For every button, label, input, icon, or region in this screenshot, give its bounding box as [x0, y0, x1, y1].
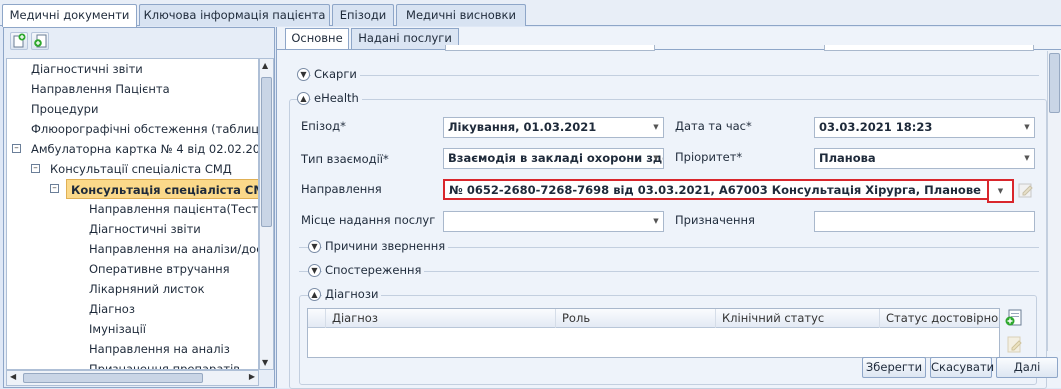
tab-medical-documents[interactable]: Медичні документи	[2, 4, 137, 27]
tree-item-surgery[interactable]: Оперативне втручання	[89, 259, 230, 279]
col-clinical-status[interactable]: Клінічний статус	[716, 309, 880, 328]
tree-item-prescriptions[interactable]: Призначення препаратів	[89, 359, 240, 369]
interaction-type-label: Тип взаємодії*	[301, 152, 389, 166]
tree-item-diagnostic-reports-sub[interactable]: Діагностичні звіти	[89, 219, 201, 239]
group-complaints-label: Скарги	[311, 67, 360, 81]
service-place-label: Місце надання послуг	[301, 213, 436, 227]
diagnoses-grid-header: Діагноз Роль Клінічний статус Статус дос…	[308, 309, 999, 328]
edit-referral-button[interactable]	[1017, 181, 1035, 199]
expand-reasons-icon[interactable]: ▼	[308, 240, 321, 253]
tree-item-outpatient-card[interactable]: Амбулаторна картка № 4 від 02.02.2021	[31, 139, 258, 159]
tree-item-immunizations[interactable]: Імунізації	[89, 319, 146, 339]
tab-episodes[interactable]: Епізоди	[332, 4, 394, 26]
tree-item-procedures[interactable]: Процедури	[31, 99, 98, 119]
collapse-diagnoses-icon[interactable]: ▲	[308, 288, 321, 301]
scroll-down-icon[interactable]: ▼	[262, 358, 268, 367]
add-to-document-icon	[34, 34, 47, 48]
tree-horizontal-scrollbar[interactable]: ◀ ▶	[6, 370, 259, 386]
expand-observations-icon[interactable]: ▼	[308, 264, 321, 277]
tree-item-diagnostic-reports[interactable]: Діагностичні звіти	[31, 59, 143, 79]
right-pane: Основне Надані послуги ▼ Скарги ▲ eHealt…	[276, 27, 1061, 389]
expand-complaints-icon[interactable]: ▼	[297, 68, 310, 81]
datetime-picker[interactable]: 03.03.2021 18:23 ▼	[814, 117, 1035, 138]
tab-basic[interactable]: Основне	[285, 28, 349, 49]
referral-dropdown-button[interactable]: ▼	[987, 179, 1014, 203]
add-document-button[interactable]	[10, 32, 28, 50]
add-document-icon	[1005, 309, 1022, 326]
col-verification-status[interactable]: Статус достовірно	[880, 309, 999, 328]
tree-item-specialist-consultations[interactable]: Консультації спеціаліста СМД	[50, 159, 232, 179]
scroll-up-icon[interactable]: ▲	[262, 61, 268, 70]
group-reasons-label: Причини звернення	[322, 239, 449, 253]
new-document-icon	[13, 33, 26, 48]
dropdown-arrow-icon[interactable]: ▼	[649, 149, 663, 168]
tree-vertical-scrollbar[interactable]: ▲ ▼	[259, 58, 274, 370]
scroll-left-icon[interactable]: ◀	[10, 372, 16, 381]
add-diagnosis-button[interactable]	[1004, 308, 1024, 328]
next-button[interactable]: Далі	[996, 357, 1058, 378]
datetime-value: 03.03.2021 18:23	[819, 120, 933, 134]
col-diagnosis[interactable]: Діагноз	[326, 309, 556, 328]
group-diagnoses-label: Діагнози	[322, 287, 382, 301]
dropdown-arrow-icon[interactable]: ▼	[649, 212, 663, 231]
save-button[interactable]: Зберегти	[862, 357, 926, 378]
tree-item-fluorography[interactable]: Флюорографічні обстеження (таблиця)	[31, 119, 258, 139]
interaction-type-combo[interactable]: Взаємодія в закладі охорони здор ▼	[443, 148, 664, 169]
vertical-scroll-thumb[interactable]	[261, 77, 272, 227]
service-place-combo[interactable]: ▼	[443, 211, 664, 232]
episode-label: Епізод*	[301, 119, 346, 133]
assignment-field[interactable]	[814, 211, 1035, 232]
left-pane: Діагностичні звіти Направлення Пацієнта …	[3, 27, 275, 388]
diagnoses-grid[interactable]: Діагноз Роль Клінічний статус Статус дос…	[307, 308, 1000, 358]
main-tabbar: Медичні документи Ключова інформація пац…	[0, 0, 1061, 27]
tree-item-sick-leave[interactable]: Лікарняний листок	[89, 279, 205, 299]
tree-item-diagnosis[interactable]: Діагноз	[89, 299, 135, 319]
collapse-ehealth-icon[interactable]: ▲	[297, 92, 310, 105]
collapse-icon[interactable]: –	[12, 144, 21, 153]
tab-medical-conclusions[interactable]: Медичні висновки	[396, 4, 526, 26]
tree-item-referral-test[interactable]: Направлення пацієнта(Тест)	[89, 199, 258, 219]
episode-combo[interactable]: Лікування, 01.03.2021 ▼	[443, 117, 664, 138]
tree-item-lab-referral[interactable]: Направлення на аналізи/дослі	[89, 239, 258, 259]
col-role[interactable]: Роль	[556, 309, 716, 328]
dropdown-arrow-icon[interactable]: ▼	[1020, 149, 1034, 168]
scroll-right-icon[interactable]: ▶	[249, 372, 255, 381]
collapse-icon[interactable]: –	[31, 164, 40, 173]
priority-label: Пріоритет*	[675, 150, 743, 164]
cancel-button[interactable]: Скасувати	[930, 357, 994, 378]
interaction-type-value: Взаємодія в закладі охорони здор	[448, 151, 664, 165]
edit-diagnosis-button[interactable]	[1006, 334, 1024, 354]
collapse-icon[interactable]: –	[50, 184, 59, 193]
referral-value: № 0652-2680-7268-7698 від 03.03.2021, A6…	[449, 183, 981, 197]
dropdown-arrow-icon[interactable]: ▼	[1020, 118, 1034, 137]
tab-provided-services[interactable]: Надані послуги	[351, 28, 459, 49]
dropdown-arrow-icon[interactable]: ▼	[649, 118, 663, 137]
group-observations-label: Спостереження	[322, 263, 425, 277]
tree-item-analysis-referral[interactable]: Направлення на аналіз	[89, 339, 230, 359]
group-ehealth-label: eHealth	[311, 91, 362, 105]
add-subdocument-button[interactable]	[31, 32, 49, 50]
document-tree[interactable]: Діагностичні звіти Направлення Пацієнта …	[6, 58, 259, 370]
priority-value: Планова	[819, 151, 876, 165]
tab-key-patient-info[interactable]: Ключова інформація пацієнта	[139, 4, 330, 26]
horizontal-scroll-thumb[interactable]	[23, 373, 203, 383]
priority-combo[interactable]: Планова ▼	[814, 148, 1035, 169]
datetime-label: Дата та час*	[675, 119, 752, 133]
tree-item-selected-consultation[interactable]: Консультація спеціаліста СМД в	[66, 179, 258, 199]
referral-combo[interactable]: № 0652-2680-7268-7698 від 03.03.2021, A6…	[443, 179, 1011, 200]
dropdown-arrow-icon: ▼	[997, 187, 1004, 195]
form-scroll-thumb[interactable]	[1049, 53, 1060, 113]
assignment-label: Призначення	[675, 213, 755, 227]
episode-value: Лікування, 01.03.2021	[448, 120, 597, 134]
tree-item-patient-referrals[interactable]: Направлення Пацієнта	[31, 79, 170, 99]
edit-icon	[1018, 183, 1033, 198]
edit-document-icon	[1007, 336, 1022, 353]
referral-label: Направлення	[301, 182, 382, 196]
form-vertical-scrollbar[interactable]	[1047, 51, 1061, 351]
